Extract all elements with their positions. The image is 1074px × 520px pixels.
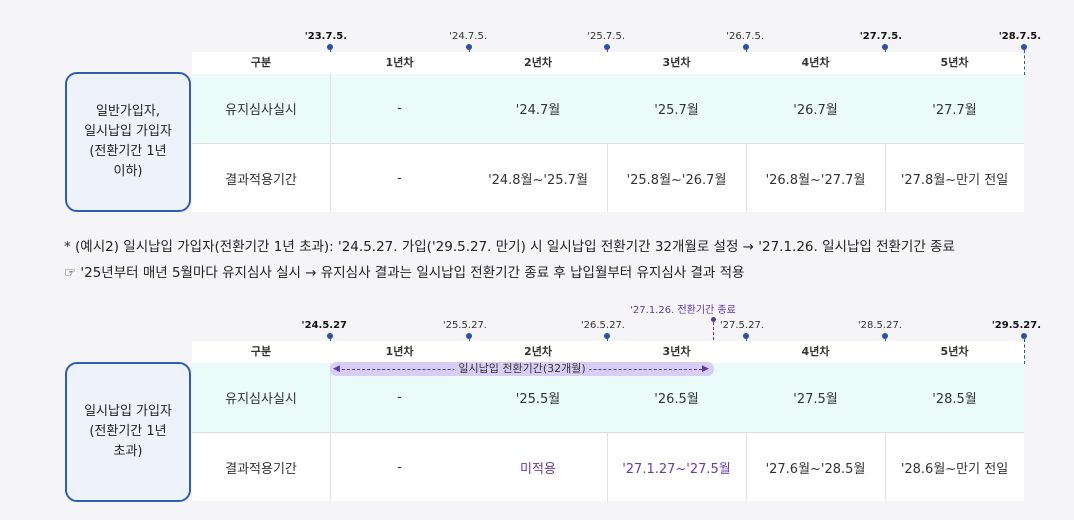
table-header-row: 구분 1년차 2년차 3년차 4년차 5년차 <box>192 52 1024 75</box>
table-header-row: 구분 1년차 2년차 3년차 4년차 5년차 <box>192 341 1024 364</box>
date-label: '27.7.5. <box>859 31 902 42</box>
header-cell: 1년차 <box>385 345 414 358</box>
date-label: '28.5.27. <box>857 320 902 331</box>
header-cell: 4년차 <box>801 345 830 358</box>
date-label: '28.7.5. <box>998 31 1041 42</box>
header-cell: 1년차 <box>385 56 414 69</box>
table-cell: '25.8월~'26.7월 <box>626 172 727 188</box>
header-cell: 4년차 <box>801 56 830 69</box>
date-label: '27.5.27. <box>719 320 764 331</box>
date-label: '23.7.5. <box>304 31 347 42</box>
table-cell: '27.7월 <box>932 103 977 118</box>
column-divider <box>607 144 608 212</box>
date-guide <box>1024 50 1025 75</box>
example-note-line-1: * (예시2) 일시납입 가입자(전환기간 1년 초과): '24.5.27. … <box>64 239 955 255</box>
date-label: '26.7.5. <box>726 31 764 42</box>
date-label: '24.7.5. <box>449 31 487 42</box>
table-cell: '27.6월~'28.5월 <box>765 461 866 477</box>
group-label-box: 일반가입자, 일시납입 가입자 (전환기간 1년 이하) <box>65 72 191 212</box>
header-cell: 3년차 <box>662 345 691 358</box>
date-label: '25.5.27. <box>442 320 487 331</box>
table-cell: '27.1.27~'27.5월 <box>622 461 731 477</box>
group-label-box: 일시납입 가입자 (전환기간 1년 초과) <box>65 362 191 502</box>
date-label: '25.7.5. <box>587 31 625 42</box>
table-cell: '24.8월~'25.7월 <box>488 172 588 188</box>
table-cell: - <box>397 101 402 116</box>
transition-period-label: 일시납입 전환기간(32개월) <box>454 362 590 376</box>
table-row: 결과적용기간 - '24.8월~'25.7월 '25.8월~'26.7월 '26… <box>192 144 1024 212</box>
table-cell: '28.5월 <box>932 392 977 407</box>
table-cell: '28.6월~만기 전일 <box>900 461 1009 477</box>
header-cell: 5년차 <box>940 56 969 69</box>
table-cell: '27.5월 <box>793 392 838 407</box>
row-label: 결과적용기간 <box>225 172 297 188</box>
row-label: 유지심사실시 <box>225 103 297 118</box>
arrow-right-icon: ▶ <box>702 364 709 374</box>
table-cell: '26.8월~'27.7월 <box>765 172 866 188</box>
column-divider <box>746 433 747 501</box>
table-cell: '25.7월 <box>654 103 699 118</box>
header-cell: 5년차 <box>940 345 969 358</box>
column-divider <box>885 433 886 501</box>
column-divider <box>330 363 331 501</box>
example-note-line-2: ☞ '25년부터 매년 5월마다 유지심사 실시 → 유지심사 결과는 일시납입… <box>64 265 745 281</box>
header-cell: 3년차 <box>662 56 691 69</box>
transition-end-note: '27.1.26. 전환기간 종료 <box>630 305 736 316</box>
header-cell: 2년차 <box>524 345 552 358</box>
table-cell: 미적용 <box>520 461 556 477</box>
column-divider <box>607 433 608 501</box>
column-divider <box>746 144 747 212</box>
row-label: 유지심사실시 <box>225 392 297 407</box>
table-cell: - <box>397 459 402 475</box>
table-cell: - <box>397 170 402 186</box>
table-1: 구분 1년차 2년차 3년차 4년차 5년차 유지심사실시 - '24.7월 '… <box>192 52 1024 212</box>
header-cell: 구분 <box>250 345 272 358</box>
date-label: '26.5.27. <box>580 320 625 331</box>
date-guide <box>1024 339 1025 364</box>
header-cell: 구분 <box>250 56 272 69</box>
table-row: 결과적용기간 - 미적용 '27.1.27~'27.5월 '27.6월~'28.… <box>192 433 1024 501</box>
header-cell: 2년차 <box>524 56 552 69</box>
table-row: 유지심사실시 - '24.7월 '25.7월 '26.7월 '27.7월 <box>192 74 1024 144</box>
row-label: 결과적용기간 <box>225 461 297 477</box>
table-cell: '26.7월 <box>793 103 838 118</box>
date-label: '24.5.27 <box>301 320 347 331</box>
table-cell: '24.7월 <box>515 103 561 118</box>
date-label: '29.5.27. <box>991 320 1041 331</box>
table-cell: '27.8월~만기 전일 <box>900 172 1009 188</box>
column-divider <box>330 74 331 212</box>
arrow-left-icon: ◀ <box>333 364 340 374</box>
column-divider <box>885 144 886 212</box>
